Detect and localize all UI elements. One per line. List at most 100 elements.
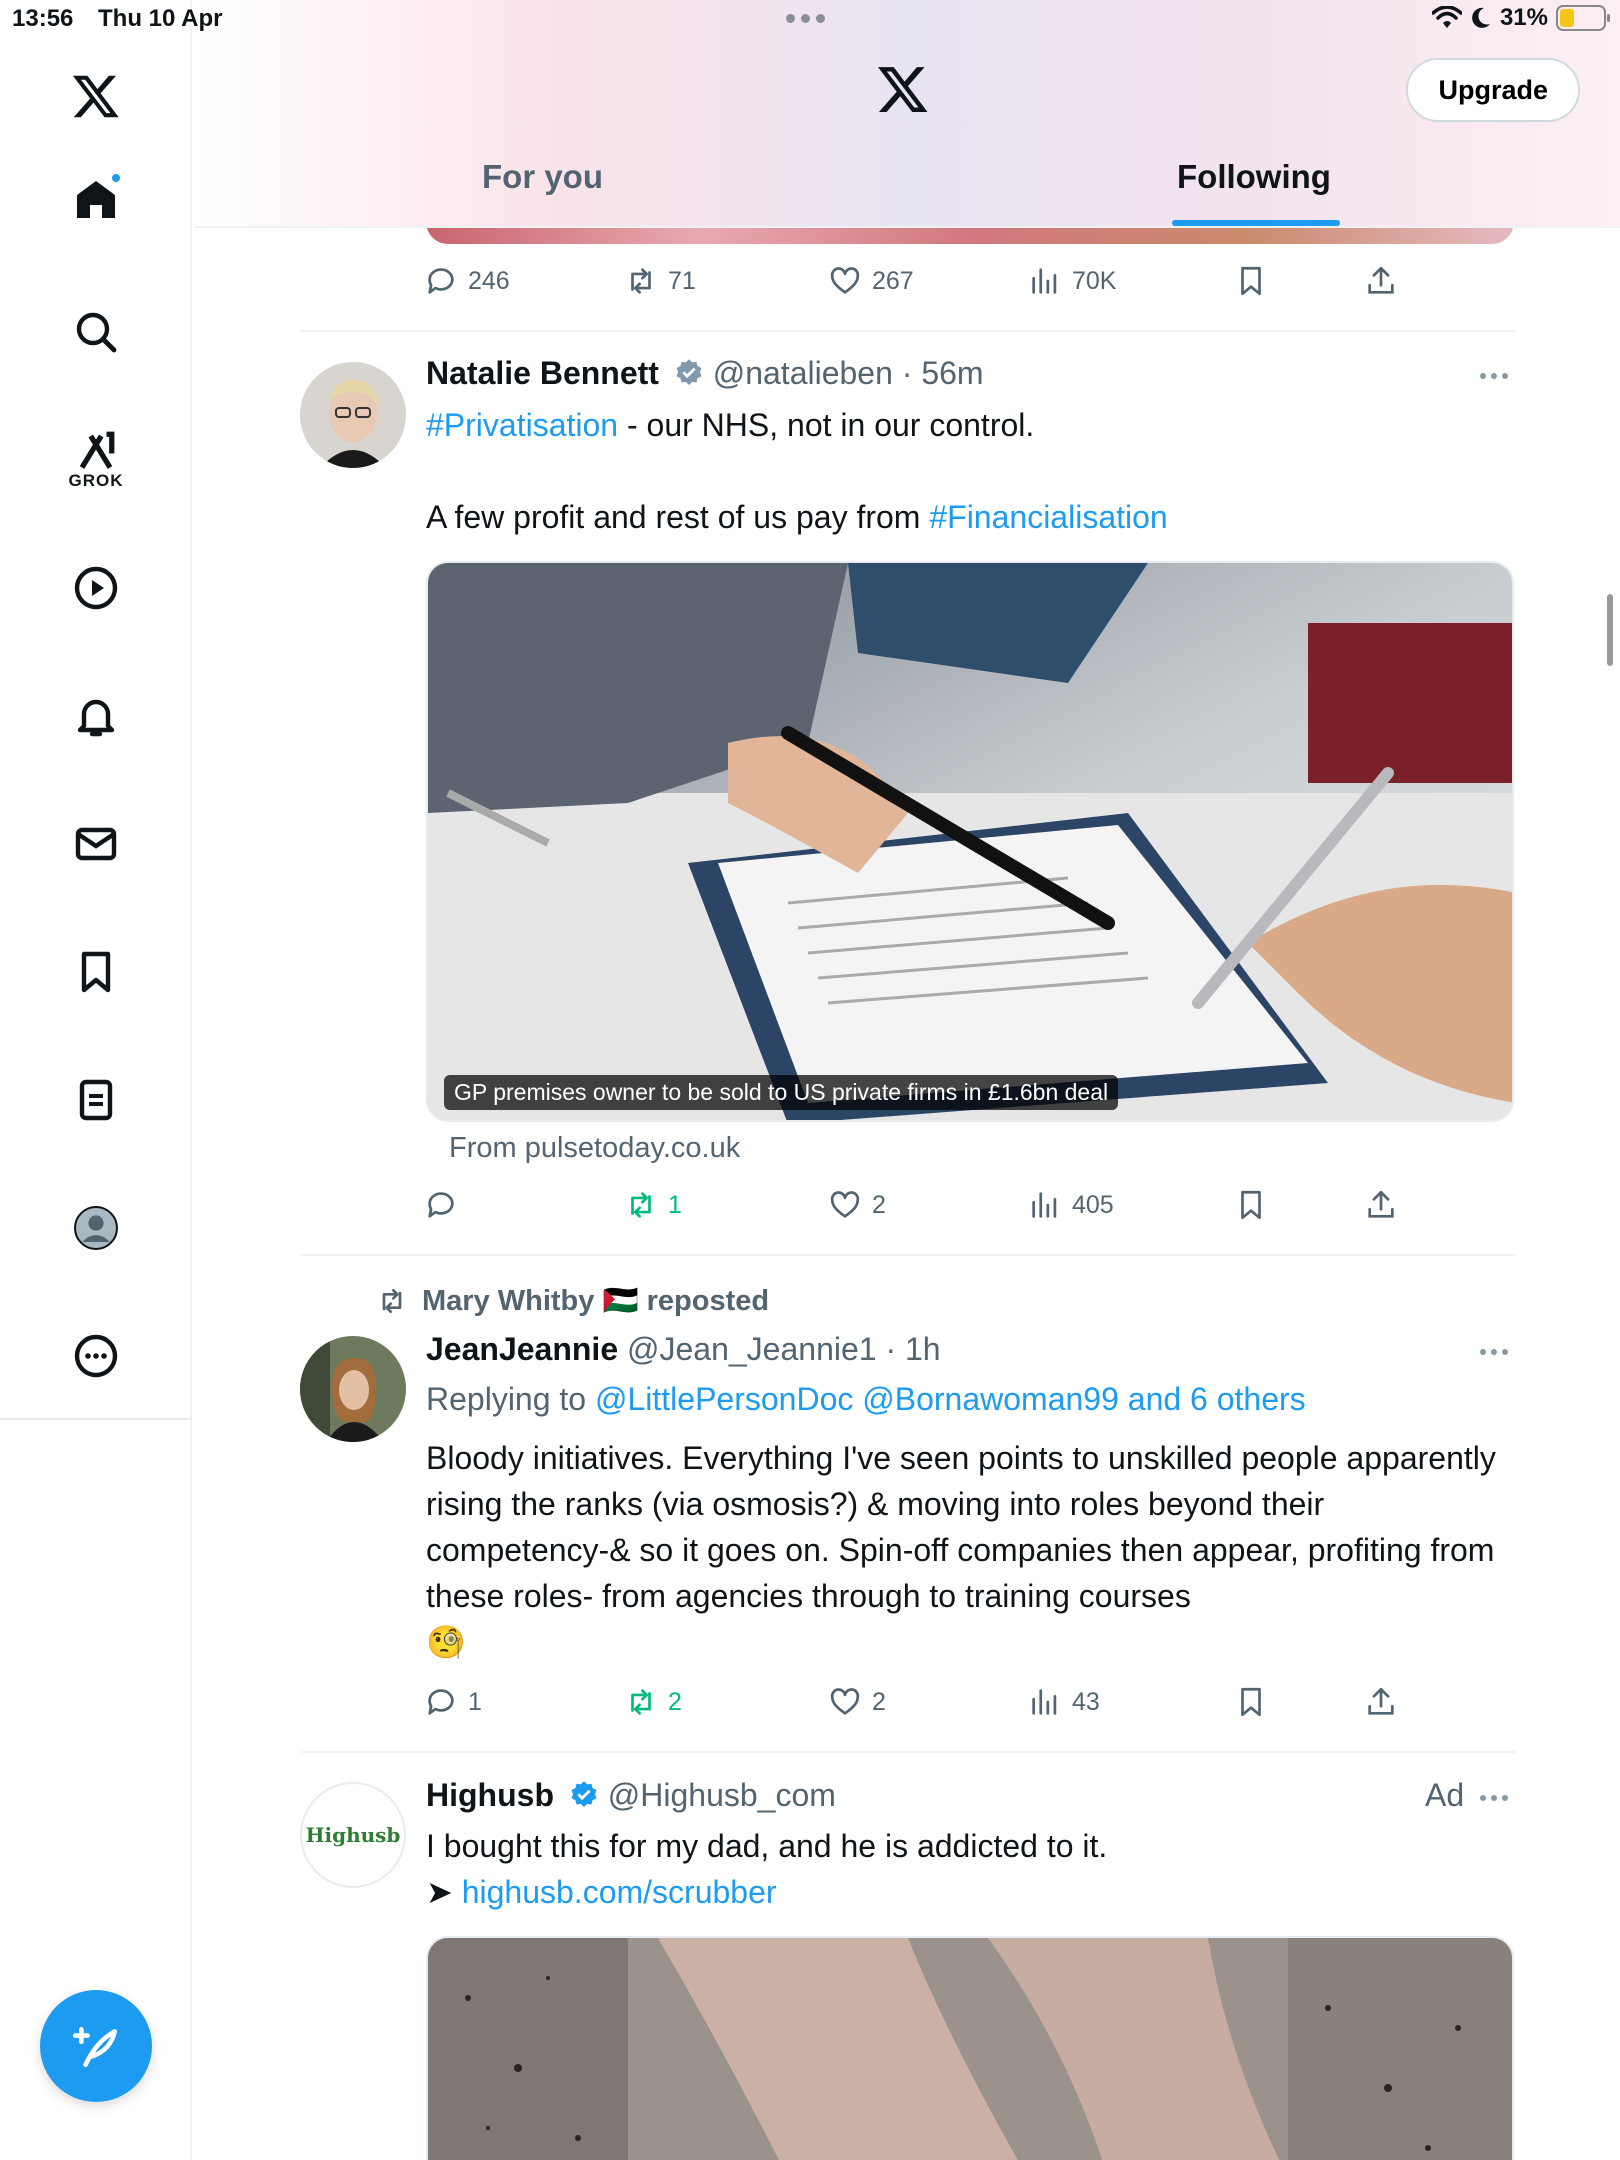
- post-more-icon[interactable]: [1480, 1795, 1508, 1801]
- compose-post-button[interactable]: [40, 1990, 152, 2102]
- link-card-source[interactable]: From pulsetoday.co.uk: [449, 1132, 740, 1165]
- like-button[interactable]: 2: [828, 1188, 886, 1222]
- author-name[interactable]: JeanJeannie: [426, 1331, 618, 1367]
- link-card-image[interactable]: GP premises owner to be sold to US priva…: [426, 561, 1514, 1122]
- status-time: 13:56: [12, 5, 74, 32]
- share-button[interactable]: [1364, 1685, 1398, 1719]
- post-more-icon[interactable]: [1480, 1349, 1508, 1355]
- replying-to: Replying to @LittlePersonDoc @Bornawoman…: [426, 1381, 1306, 1418]
- bookmark-button[interactable]: [1234, 1685, 1268, 1719]
- tab-following[interactable]: Following: [1177, 158, 1331, 196]
- like-count: 267: [872, 266, 914, 295]
- battery-icon: [1556, 5, 1610, 31]
- repost-icon: [631, 268, 651, 294]
- highusb-logo-text: Highusb: [305, 1823, 401, 1847]
- profile-avatar-icon[interactable]: [66, 1198, 126, 1258]
- repost-context: Mary Whitby 🇵🇸 reposted: [376, 1284, 769, 1318]
- share-icon: [1368, 266, 1394, 294]
- upgrade-button[interactable]: Upgrade: [1406, 58, 1580, 122]
- reply-icon: [428, 1192, 454, 1218]
- reposted-by-label[interactable]: Mary Whitby 🇵🇸 reposted: [422, 1284, 769, 1318]
- left-navigation: GROK: [0, 0, 192, 2160]
- post-text-line1: - our NHS, not in our control.: [618, 407, 1035, 443]
- bookmarks-icon[interactable]: [66, 942, 126, 1002]
- multitasking-dots-icon[interactable]: [786, 14, 825, 23]
- bookmark-icon: [1241, 266, 1261, 296]
- active-tab-indicator: [1172, 220, 1340, 226]
- like-button[interactable]: 2: [828, 1685, 886, 1719]
- author-name[interactable]: Highusb: [426, 1777, 554, 1813]
- lists-icon[interactable]: [66, 1070, 126, 1130]
- author-handle[interactable]: @Highusb_com: [608, 1777, 836, 1813]
- like-count: 2: [872, 1190, 886, 1219]
- reply-button[interactable]: 246: [424, 264, 510, 298]
- reply-count: 246: [468, 266, 510, 295]
- avatar-jeanjeannie[interactable]: [300, 1336, 406, 1442]
- ad-link[interactable]: highusb.com/scrubber: [462, 1874, 777, 1910]
- reply-icon: [428, 268, 454, 294]
- replying-to-prefix: Replying to: [426, 1381, 595, 1417]
- replying-to-mentions[interactable]: @LittlePersonDoc @Bornawoman99 and 6 oth…: [595, 1381, 1306, 1417]
- feather-plus-icon: [72, 2027, 118, 2068]
- avatar-highusb[interactable]: Highusb: [300, 1782, 406, 1888]
- post-divider: [300, 1254, 1515, 1256]
- bookmark-icon: [1241, 1190, 1261, 1220]
- author-handle[interactable]: @natalieben: [713, 355, 893, 391]
- search-icon[interactable]: [66, 302, 126, 362]
- contract-signing-photo: [428, 563, 1512, 1120]
- hashtag-link[interactable]: #Privatisation: [426, 407, 618, 443]
- views-button[interactable]: 405: [1028, 1188, 1114, 1222]
- status-indicators: 31%: [1431, 4, 1610, 32]
- views-count: 70K: [1072, 266, 1117, 295]
- reply-button[interactable]: 1: [424, 1685, 482, 1719]
- repost-count: 71: [668, 266, 696, 295]
- link-card-caption[interactable]: GP premises owner to be sold to US priva…: [444, 1075, 1119, 1110]
- views-button[interactable]: 43: [1028, 1685, 1100, 1719]
- repost-button[interactable]: 1: [624, 1188, 682, 1222]
- scrollbar-thumb[interactable]: [1607, 594, 1613, 666]
- like-button[interactable]: 267: [828, 264, 914, 298]
- tab-for-you[interactable]: For you: [482, 158, 603, 196]
- video-play-icon[interactable]: [66, 558, 126, 618]
- status-bar: 13:56 Thu 10 Apr 31%: [0, 0, 1620, 40]
- post-actions: 1 2 405: [424, 1188, 1424, 1228]
- arrow-glyph: ➤: [426, 1874, 462, 1910]
- home-notification-dot: [110, 172, 122, 184]
- views-count: 405: [1072, 1190, 1114, 1219]
- face-with-monocle-emoji: 🧐: [426, 1624, 466, 1660]
- heart-icon: [830, 1688, 860, 1715]
- author-handle[interactable]: @Jean_Jeannie1: [627, 1331, 877, 1367]
- repost-icon: [631, 1192, 651, 1218]
- hashtag-link[interactable]: #Financialisation: [929, 499, 1167, 535]
- post-body: Bloody initiatives. Everything I've seen…: [426, 1440, 1496, 1614]
- share-icon: [1368, 1190, 1394, 1218]
- bookmark-button[interactable]: [1234, 1188, 1268, 1222]
- grok-icon[interactable]: GROK: [66, 420, 126, 500]
- home-icon[interactable]: [66, 170, 126, 230]
- repost-count: 1: [668, 1190, 682, 1219]
- post-text: #Privatisation - our NHS, not in our con…: [426, 402, 1506, 540]
- notifications-bell-icon[interactable]: [66, 686, 126, 746]
- bookmark-button[interactable]: [1234, 264, 1268, 298]
- reply-icon: [428, 1689, 454, 1715]
- post-header: Highusb @Highusb_com: [426, 1777, 836, 1814]
- x-header-logo-icon[interactable]: [876, 62, 930, 121]
- messages-envelope-icon[interactable]: [66, 814, 126, 874]
- ad-video-media[interactable]: [426, 1936, 1514, 2160]
- prev-post-actions: 246 71 267 70K: [424, 264, 1424, 304]
- share-button[interactable]: [1364, 264, 1398, 298]
- post-more-icon[interactable]: [1480, 373, 1508, 379]
- post-header: JeanJeannie @Jean_Jeannie1 · 1h: [426, 1331, 941, 1368]
- ad-body: I bought this for my dad, and he is addi…: [426, 1828, 1108, 1864]
- verified-blue-badge-icon: [571, 1781, 597, 1807]
- repost-button[interactable]: 71: [624, 264, 696, 298]
- reply-button[interactable]: [424, 1188, 468, 1222]
- reply-count: 1: [468, 1687, 482, 1716]
- x-logo-icon[interactable]: [66, 66, 126, 126]
- more-options-icon[interactable]: [66, 1326, 126, 1386]
- repost-button[interactable]: 2: [624, 1685, 682, 1719]
- views-button[interactable]: 70K: [1028, 264, 1116, 298]
- author-name[interactable]: Natalie Bennett: [426, 355, 659, 391]
- share-button[interactable]: [1364, 1188, 1398, 1222]
- avatar-natalie-bennett[interactable]: [300, 362, 406, 468]
